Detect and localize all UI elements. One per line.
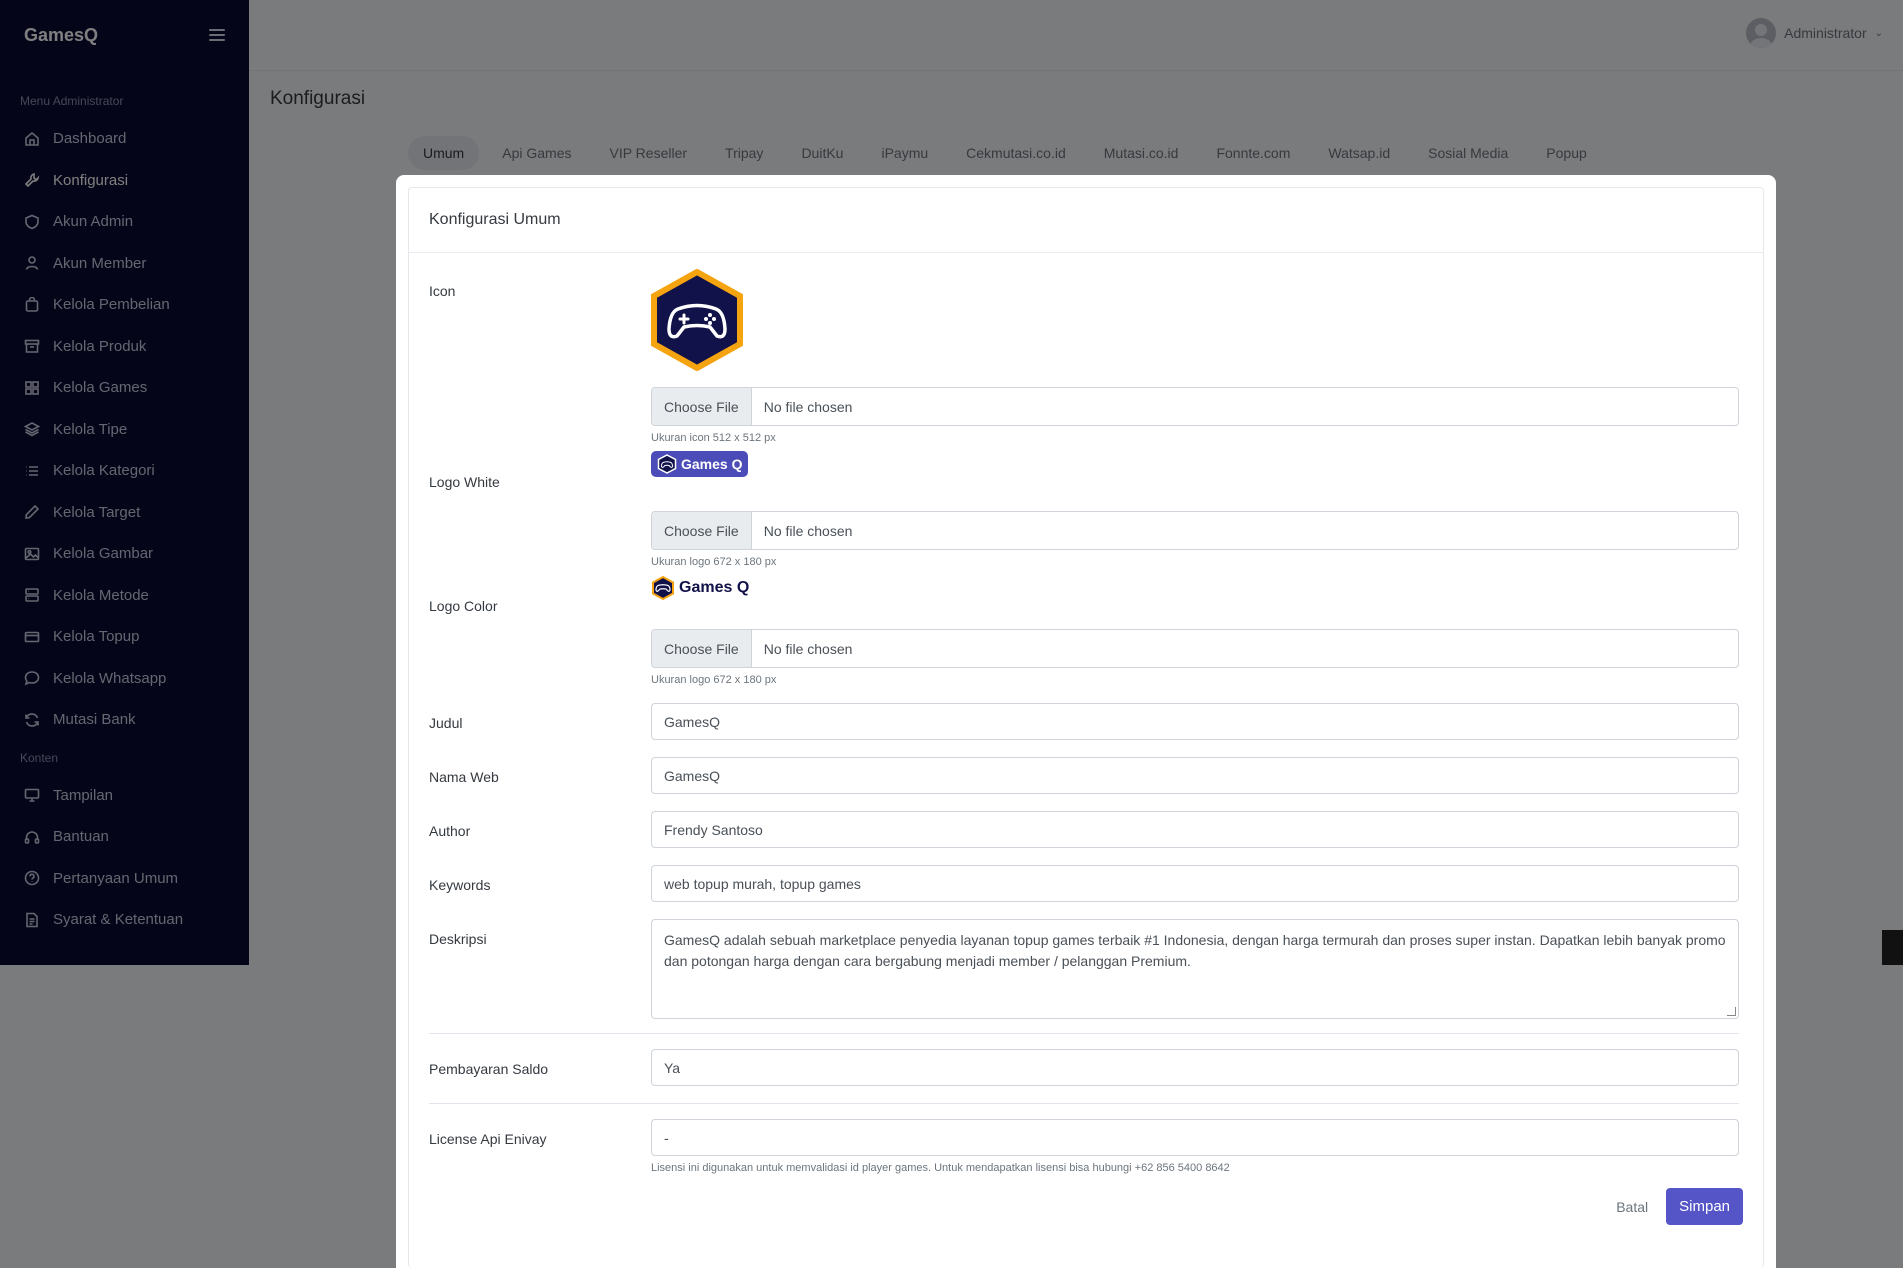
logo-white-upload: Choose File No file chosen Ukuran logo 6… <box>651 511 1739 568</box>
floating-side-tab[interactable] <box>1882 930 1903 965</box>
deskripsi-label: Deskripsi <box>429 931 487 947</box>
icon-label: Icon <box>429 283 456 299</box>
file-name: No file chosen <box>763 398 853 415</box>
logo-white-file-input[interactable]: Choose File No file chosen <box>651 511 1739 550</box>
nama-web-input[interactable]: GamesQ <box>651 757 1739 794</box>
logo-color-text: Games Q <box>679 579 750 596</box>
judul-input[interactable]: GamesQ <box>651 703 1739 740</box>
pembayaran-saldo-select[interactable]: Ya <box>651 1049 1739 1086</box>
form-actions: Batal Simpan <box>1616 1188 1743 1225</box>
choose-file-button[interactable]: Choose File <box>652 630 752 667</box>
keywords-input[interactable]: web topup murah, topup games <box>651 865 1739 902</box>
license-input[interactable]: - <box>651 1119 1739 1156</box>
license-hint: Lisensi ini digunakan untuk memvalidasi … <box>651 1162 1230 1174</box>
choose-file-button[interactable]: Choose File <box>652 512 752 549</box>
deskripsi-text: GamesQ adalah sebuah marketplace penyedi… <box>664 932 1726 969</box>
divider <box>429 1033 1739 1034</box>
choose-file-button[interactable]: Choose File <box>652 388 752 425</box>
icon-upload: Choose File No file chosen Ukuran icon 5… <box>651 387 1739 444</box>
file-name: No file chosen <box>763 640 853 657</box>
gamepad-icon <box>652 575 674 601</box>
icon-hint: Ukuran icon 512 x 512 px <box>651 432 776 444</box>
card-title: Konfigurasi Umum <box>409 188 1763 253</box>
logo-color-preview: Games Q <box>651 575 1739 606</box>
file-name: No file chosen <box>763 522 853 539</box>
license-label: License Api Enivay <box>429 1131 547 1147</box>
config-modal: Konfigurasi Umum Icon Choose File No fil… <box>396 175 1776 1268</box>
gamepad-logo-icon <box>651 268 743 372</box>
pembayaran-saldo-label: Pembayaran Saldo <box>429 1061 549 1077</box>
resize-handle-icon[interactable] <box>1727 1007 1736 1016</box>
config-card: Konfigurasi Umum Icon Choose File No fil… <box>408 187 1764 1268</box>
icon-file-input[interactable]: Choose File No file chosen <box>651 387 1739 426</box>
deskripsi-textarea[interactable]: GamesQ adalah sebuah marketplace penyedi… <box>651 919 1739 1019</box>
logo-color-label: Logo Color <box>429 598 498 614</box>
nama-web-label: Nama Web <box>429 769 499 785</box>
save-button[interactable]: Simpan <box>1666 1188 1743 1225</box>
judul-label: Judul <box>429 715 463 731</box>
logo-color-image: Games Q <box>651 575 749 601</box>
cancel-button[interactable]: Batal <box>1616 1199 1648 1215</box>
logo-white-text: Games Q <box>681 456 743 472</box>
logo-white-preview: Games Q <box>651 451 1739 479</box>
icon-field <box>651 268 1739 376</box>
logo-white-label: Logo White <box>429 474 500 490</box>
gamepad-icon <box>657 454 677 474</box>
logo-color-upload: Choose File No file chosen Ukuran logo 6… <box>651 629 1739 686</box>
logo-color-hint: Ukuran logo 672 x 180 px <box>651 674 777 686</box>
divider <box>429 1103 1739 1104</box>
logo-color-file-input[interactable]: Choose File No file chosen <box>651 629 1739 668</box>
logo-white-image: Games Q <box>651 451 749 477</box>
author-label: Author <box>429 823 471 839</box>
license-field: - Lisensi ini digunakan untuk memvalidas… <box>651 1119 1739 1174</box>
logo-white-hint: Ukuran logo 672 x 180 px <box>651 556 777 568</box>
card-body: Icon Choose File No file chosen Ukuran i… <box>409 253 1763 1225</box>
author-input[interactable]: Frendy Santoso <box>651 811 1739 848</box>
keywords-label: Keywords <box>429 877 491 893</box>
